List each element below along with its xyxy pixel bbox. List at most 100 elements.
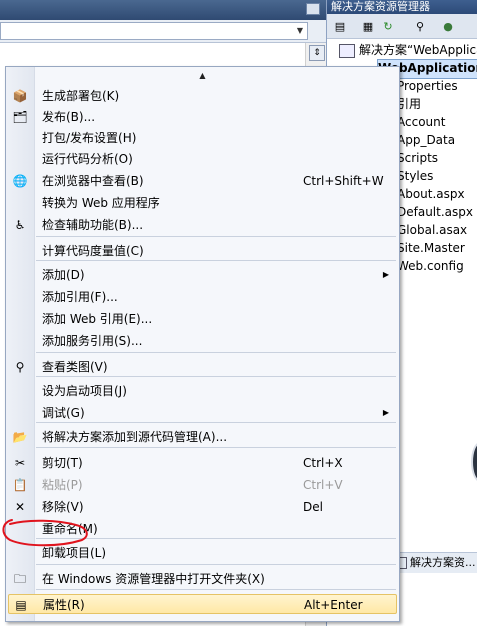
menu-item[interactable]: 添加 Web 引用(E)... <box>8 309 397 329</box>
solution-node[interactable]: 解决方案“WebApplica <box>339 41 477 59</box>
menu-item[interactable]: 添加引用(F)... <box>8 287 397 307</box>
menu-item[interactable]: 调试(G) ▶ <box>8 403 397 423</box>
menu-item-label: 添加 Web 引用(E)... <box>42 312 153 326</box>
menu-item-shortcut: Alt+Enter <box>304 598 363 612</box>
menu-item-label: 运行代码分析(O) <box>42 152 133 166</box>
source-control-icon: 📂 <box>12 430 28 444</box>
solution-item[interactable]: Styles <box>397 167 433 185</box>
solution-item[interactable]: Account <box>397 113 445 131</box>
show-all-files-icon[interactable]: ▦ <box>359 18 377 36</box>
menu-item-label: 设为启动项目(J) <box>42 384 127 398</box>
menu-item[interactable]: 打包/发布设置(H) <box>8 128 397 148</box>
menu-item[interactable]: 🗂 发布(B)... <box>8 107 397 127</box>
menu-item[interactable]: 计算代码度量值(C) <box>8 241 397 261</box>
menu-item[interactable]: 添加服务引用(S)... <box>8 331 397 351</box>
menu-item-label: 属性(R) <box>43 598 85 612</box>
cut-icon: ✂ <box>14 456 26 470</box>
editor-navigation-bar: ▼ <box>0 20 326 43</box>
solution-item[interactable]: 引用 <box>397 95 421 113</box>
menu-item-label: 转换为 Web 应用程序 <box>42 196 160 210</box>
solution-item-label: Default.aspx <box>397 205 473 219</box>
solution-item[interactable]: Default.aspx <box>397 203 473 221</box>
solution-icon <box>339 43 355 58</box>
menu-item-shortcut: Del <box>303 500 323 514</box>
chevron-down-icon[interactable]: ▼ <box>293 23 307 39</box>
menu-item-label: 检查辅助功能(B)... <box>42 218 144 232</box>
menu-item-shortcut: Ctrl+V <box>303 478 343 492</box>
menu-separator <box>36 236 396 237</box>
class-diagram-icon[interactable]: ⚲ <box>411 18 429 36</box>
accessibility-icon: ♿ <box>14 218 26 232</box>
menu-item-label: 计算代码度量值(C) <box>42 244 144 258</box>
menu-item[interactable]: 重命名(M) <box>8 519 397 539</box>
solution-item-label: Web.config <box>397 259 464 273</box>
split-icon[interactable]: ⇕ <box>309 45 325 61</box>
menu-item-label: 发布(B)... <box>42 110 96 124</box>
submenu-arrow-icon: ▶ <box>382 408 389 417</box>
menu-item[interactable]: 运行代码分析(O) <box>8 149 397 169</box>
menu-item[interactable]: 设为启动项目(J) <box>8 381 397 401</box>
solution-item[interactable]: Global.asax <box>397 221 467 239</box>
solution-item-label: 引用 <box>397 97 422 111</box>
menu-item[interactable]: ⚲ 查看类图(V) <box>8 357 397 377</box>
menu-item[interactable]: 🌐 在浏览器中查看(B) Ctrl+Shift+W <box>8 171 397 191</box>
menu-item-label: 添加引用(F)... <box>42 290 118 304</box>
menu-item-label: 将解决方案添加到源代码管理(A)... <box>42 430 228 444</box>
solution-item[interactable]: App_Data <box>397 131 455 149</box>
solution-item-label: Scripts <box>397 151 439 165</box>
menu-item-label: 查看类图(V) <box>42 360 108 374</box>
remove-icon: ✕ <box>14 500 26 514</box>
solution-item[interactable]: Site.Master <box>397 239 465 257</box>
publish-icon: 🗂 <box>12 110 28 124</box>
menu-item: 📋 粘贴(P) Ctrl+V <box>8 475 397 495</box>
menu-item[interactable]: ♿ 检查辅助功能(B)... <box>8 215 397 235</box>
menu-separator <box>36 564 396 565</box>
properties-icon: ▤ <box>15 598 27 612</box>
refresh-icon[interactable]: ↻ <box>379 18 397 36</box>
context-menu: ▲ 📦 生成部署包(K) 🗂 发布(B)... 打包/发布设置(H) 运行代码分析(O) 🌐… <box>5 66 400 622</box>
menu-separator <box>36 352 396 353</box>
menu-item-label: 添加服务引用(S)... <box>42 334 143 348</box>
menu-item-label: 卸载项目(L) <box>42 546 107 560</box>
menu-separator <box>36 447 396 448</box>
solution-tab-label: 解决方案资... <box>410 556 476 569</box>
solution-item[interactable]: Properties <box>397 77 458 95</box>
menu-item[interactable]: ✂ 剪切(T) Ctrl+X <box>8 453 397 473</box>
solution-item-label: Site.Master <box>397 241 465 255</box>
solution-item-label: Global.asax <box>397 223 468 237</box>
menu-item[interactable]: 🗀 在 Windows 资源管理器中打开文件夹(X) <box>8 569 397 589</box>
menu-item-label: 在 Windows 资源管理器中打开文件夹(X) <box>42 572 265 586</box>
properties-icon[interactable]: ▤ <box>331 18 349 36</box>
floating-widget[interactable] <box>471 442 477 482</box>
solution-item[interactable]: Web.config <box>397 257 464 275</box>
menu-item[interactable]: 添加(D) ▶ <box>8 265 397 285</box>
menu-item-label: 移除(V) <box>42 500 84 514</box>
member-dropdown[interactable]: ▼ <box>0 22 308 40</box>
menu-item-label: 添加(D) <box>42 268 85 282</box>
menu-item-label: 在浏览器中查看(B) <box>42 174 144 188</box>
nest-related-files-icon[interactable]: ● <box>439 18 457 36</box>
menu-item[interactable]: 📂 将解决方案添加到源代码管理(A)... <box>8 427 397 447</box>
menu-item[interactable]: ✕ 移除(V) Del <box>8 497 397 517</box>
solution-item-label: About.aspx <box>397 187 465 201</box>
menu-item-label: 粘贴(P) <box>42 478 83 492</box>
menu-scroll-up-icon[interactable]: ▲ <box>6 70 399 82</box>
menu-item[interactable]: 📦 生成部署包(K) <box>8 86 397 106</box>
menu-item-label: 生成部署包(K) <box>42 89 120 103</box>
submenu-arrow-icon: ▶ <box>382 270 389 279</box>
solution-item[interactable]: About.aspx <box>397 185 465 203</box>
browser-icon: 🌐 <box>12 174 28 188</box>
menu-item-shortcut: Ctrl+Shift+W <box>303 174 384 188</box>
menu-item[interactable]: ▤ 属性(R) Alt+Enter <box>8 594 397 614</box>
menu-item-shortcut: Ctrl+X <box>303 456 343 470</box>
menu-item[interactable]: 卸载项目(L) <box>8 543 397 563</box>
menu-item[interactable]: 转换为 Web 应用程序 <box>8 193 397 213</box>
menu-item-label: 调试(G) <box>42 406 85 420</box>
paste-icon: 📋 <box>12 478 28 492</box>
open-folder-icon: 🗀 <box>13 572 26 586</box>
solution-item[interactable]: Scripts <box>397 149 438 167</box>
dropdown-button[interactable] <box>306 3 320 15</box>
solution-item-label: App_Data <box>397 133 456 147</box>
solution-explorer-toolbar: ▤ ▦ ↻ ⚲ ● <box>327 14 477 39</box>
class-diagram-icon: ⚲ <box>15 360 25 374</box>
